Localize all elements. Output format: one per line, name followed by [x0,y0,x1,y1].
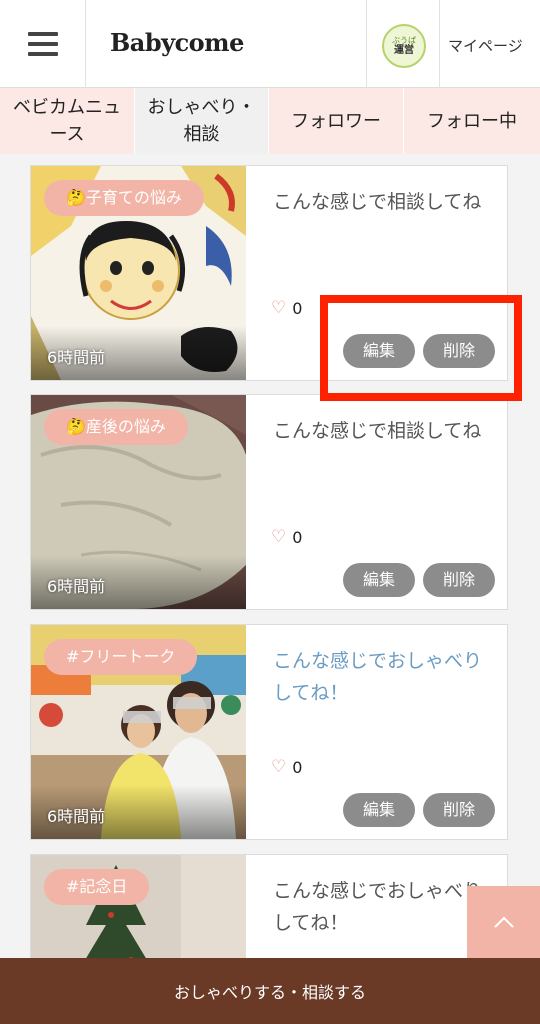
like-count: 0 [292,527,303,547]
highlight-box [320,295,522,401]
avatar-bottom-text: 運営 [394,44,414,56]
logo[interactable]: Babycome [110,28,244,57]
post-title[interactable]: こんな感じでおしゃべりしてね！ [273,875,488,939]
post-time: 6時間前 [47,577,106,596]
post-title[interactable]: こんな感じでおしゃべりしてね！ [273,645,488,709]
menu-button[interactable] [0,0,86,88]
like-count: 0 [292,298,303,318]
post-image[interactable]: 🤔子育ての悩み 6時間前 [31,166,246,380]
category-tag[interactable]: 🤔子育ての悩み [44,180,204,216]
post-image[interactable]: #フリートーク 6時間前 [31,625,246,839]
post-card[interactable]: #フリートーク 6時間前 こんな感じでおしゃべりしてね！ ♡ 0 編集 削除 [30,624,508,840]
tab-following[interactable]: フォロー中 [404,88,540,154]
post-card[interactable]: 🤔産後の悩み 6時間前 こんな感じで相談してね ♡ 0 編集 削除 [30,394,508,610]
post-time: 6時間前 [47,348,106,367]
like-button[interactable]: ♡ 0 [271,298,302,318]
edit-button[interactable]: 編集 [343,563,415,597]
post-image[interactable]: 🤔産後の悩み 6時間前 [31,395,246,609]
like-button[interactable]: ♡ 0 [271,527,302,547]
tab-chat-consult[interactable]: おしゃべり・相談 [135,88,269,154]
mypage-link[interactable]: マイページ [448,35,523,56]
heart-icon: ♡ [271,527,287,547]
hamburger-icon [28,32,58,36]
edit-button[interactable]: 編集 [343,793,415,827]
scroll-top-button[interactable] [467,886,540,958]
post-cta-button[interactable]: おしゃべりする・相談する [0,958,540,1024]
avatar-button[interactable]: ぶうぱ 運営 [366,0,440,88]
avatar: ぶうぱ 運営 [382,24,426,68]
heart-icon: ♡ [271,757,287,777]
like-count: 0 [292,757,303,777]
chevron-up-icon [493,916,514,928]
header: Babycome ぶうぱ 運営 マイページ [0,0,540,88]
tab-followers[interactable]: フォロワー [269,88,404,154]
category-tag[interactable]: 🤔産後の悩み [44,409,188,445]
like-button[interactable]: ♡ 0 [271,757,302,777]
category-tabs: ベビカムニュース おしゃべり・相談 フォロワー フォロー中 [0,88,540,154]
category-tag[interactable]: #フリートーク [44,639,198,675]
avatar-top-text: ぶうぱ [392,35,416,45]
post-time: 6時間前 [47,807,106,826]
heart-icon: ♡ [271,298,287,318]
post-title[interactable]: こんな感じで相談してね [273,186,488,218]
delete-button[interactable]: 削除 [423,563,495,597]
delete-button[interactable]: 削除 [423,793,495,827]
post-title[interactable]: こんな感じで相談してね [273,415,488,447]
category-tag[interactable]: #記念日 [44,869,150,905]
tab-babycome-news[interactable]: ベビカムニュース [0,88,135,154]
